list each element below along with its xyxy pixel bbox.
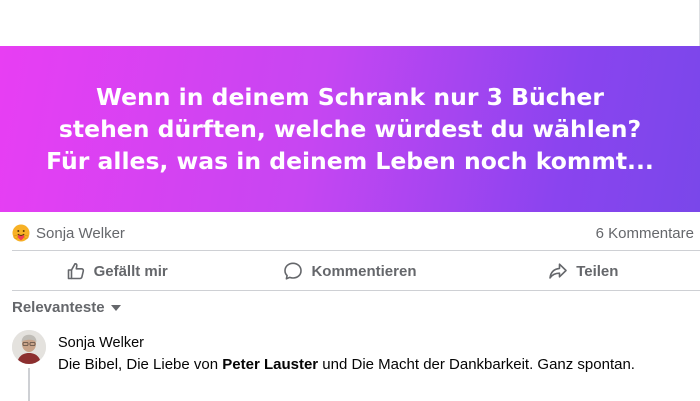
thumbs-up-icon — [67, 262, 84, 280]
banner-line: Für alles, was in deinem Leben noch komm… — [46, 147, 654, 175]
thread-line — [28, 368, 30, 401]
comment-label: Kommentieren — [311, 262, 417, 280]
comment-item: Sonja Welker Die Bibel, Die Liebe von Pe… — [12, 330, 700, 374]
comment-count-link[interactable]: 6 Kommentare — [596, 225, 694, 242]
divider — [12, 290, 700, 291]
comment-bubble: Sonja Welker Die Bibel, Die Liebe von Pe… — [58, 330, 700, 374]
reaction-summary-row: Sonja Welker 6 Kommentare — [0, 216, 700, 250]
user-photo-icon — [12, 330, 46, 364]
banner-line: stehen dürften, welche würdest du wählen… — [58, 115, 642, 143]
previous-post-area — [0, 0, 700, 46]
like-button[interactable]: Gefällt mir — [0, 254, 233, 288]
banner-line: Wenn in deinem Schrank nur 3 Bücher — [96, 83, 604, 111]
avatar[interactable] — [12, 330, 46, 364]
comment-button[interactable]: Kommentieren — [233, 254, 466, 288]
divider — [12, 250, 700, 251]
comment-text-bold: Peter Lauster — [222, 356, 319, 373]
comment-text-end: und Die Macht der Dankbarkeit. Ganz spon… — [318, 356, 635, 373]
banner-text: Wenn in deinem Schrank nur 3 Bücher steh… — [10, 81, 690, 177]
comment-author[interactable]: Sonja Welker — [58, 334, 700, 353]
share-button[interactable]: Teilen — [467, 254, 700, 288]
post-actions-bar: Gefällt mir Kommentieren Teilen — [0, 254, 700, 288]
reactions-summary[interactable]: Sonja Welker — [12, 224, 125, 242]
speech-bubble-icon — [284, 262, 303, 280]
share-label: Teilen — [576, 262, 619, 280]
comment-text: Die Bibel, Die Liebe von Peter Lauster u… — [58, 356, 635, 373]
comment-sort-dropdown[interactable]: Relevanteste — [12, 296, 121, 318]
post-image-banner[interactable]: Wenn in deinem Schrank nur 3 Bücher steh… — [0, 46, 700, 212]
share-arrow-icon — [549, 263, 568, 279]
like-label: Gefällt mir — [93, 262, 168, 280]
hug-emoji-icon — [12, 224, 30, 242]
sort-label: Relevanteste — [12, 298, 105, 316]
reactor-name: Sonja Welker — [36, 224, 125, 242]
comment-text-start: Die Bibel, Die Liebe von — [58, 356, 223, 373]
chevron-down-icon — [110, 305, 121, 311]
